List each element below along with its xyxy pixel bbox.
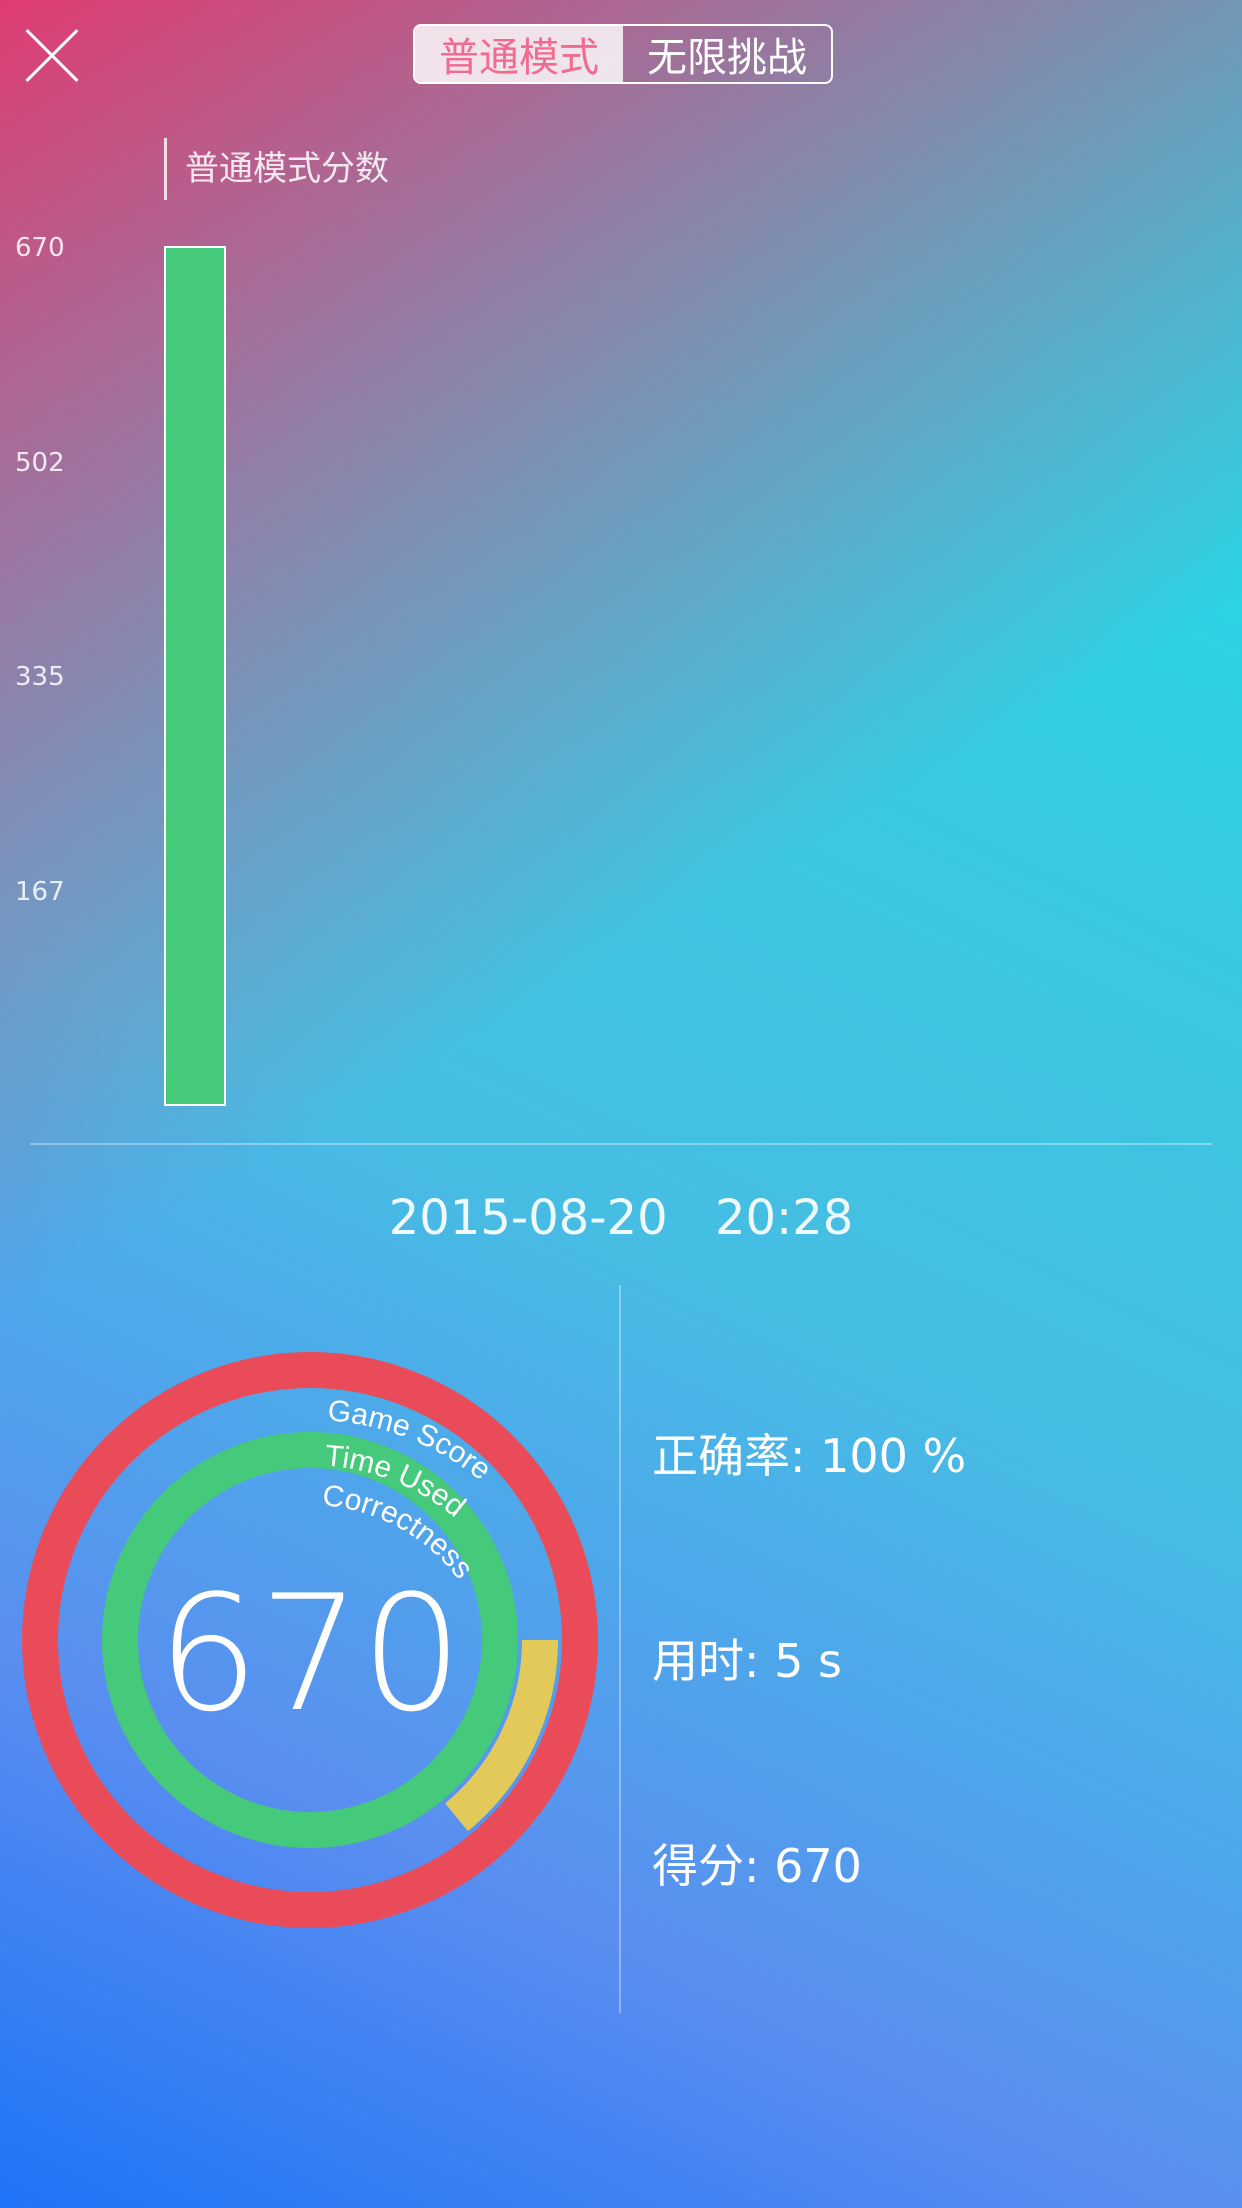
y-tick-label: 167 <box>15 877 65 907</box>
score-stat: 得分: 670 <box>652 1839 862 1893</box>
time-stat: 用时: 5 s <box>652 1634 842 1688</box>
y-tick-label: 335 <box>15 662 65 692</box>
record-time: 20:28 <box>714 1190 854 1246</box>
y-tick-label: 502 <box>15 448 65 478</box>
record-date: 2015-08-20 <box>388 1190 668 1246</box>
score-bar-chart: 670 502 335 167 <box>15 233 226 1106</box>
score-bar <box>164 246 226 1106</box>
ring-score-value: 670 <box>157 1560 463 1747</box>
accuracy-stat: 正确率: 100 % <box>652 1429 967 1483</box>
horizontal-divider <box>30 1143 1212 1145</box>
record-datetime: 2015-08-20 20:28 <box>0 1190 1242 1246</box>
y-tick-label: 670 <box>15 233 65 263</box>
